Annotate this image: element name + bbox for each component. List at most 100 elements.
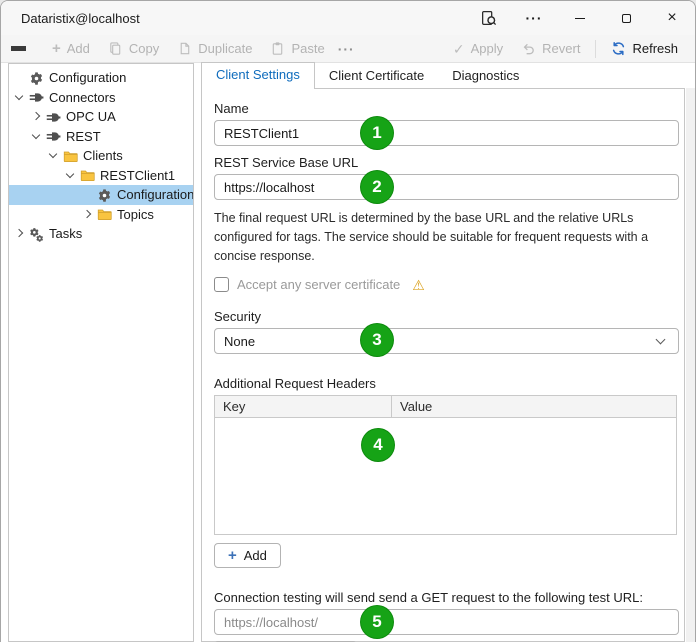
titlebar-more-button[interactable]: ··· [511, 1, 557, 35]
test-url-input[interactable] [214, 609, 679, 636]
maximize-icon [621, 13, 631, 23]
titlebar: Dataristix@localhost ··· × [1, 1, 695, 35]
add-header-button-label: Add [243, 548, 267, 564]
security-select-wrap: None 3 [214, 324, 679, 357]
more-icon: ··· [525, 10, 543, 26]
warning-icon: ⚠ [412, 276, 425, 293]
folder-icon [63, 148, 79, 164]
chevron-right-icon[interactable] [13, 227, 27, 241]
tab-diagnostics[interactable]: Diagnostics [438, 64, 533, 88]
gears-icon [29, 226, 45, 242]
plus-icon: + [228, 547, 237, 565]
paste-icon [270, 41, 285, 56]
tree-item-label: Tasks [49, 226, 83, 242]
copy-icon [108, 41, 123, 56]
gear-icon [97, 187, 113, 203]
copy-button[interactable]: Copy [99, 37, 168, 61]
chevron-down-icon[interactable] [47, 149, 61, 163]
duplicate-icon [177, 41, 192, 56]
chevron-down-icon[interactable] [64, 168, 78, 182]
test-help-text: Connection testing will send send a GET … [214, 590, 643, 606]
chevron-down-icon[interactable] [30, 129, 44, 143]
refresh-icon [611, 41, 626, 56]
base-url-field-wrap: 2 [214, 171, 679, 203]
minimize-button[interactable] [557, 1, 603, 35]
chevron-right-icon[interactable] [30, 110, 44, 124]
name-input[interactable] [214, 120, 679, 146]
tab-client-certificate[interactable]: Client Certificate [315, 64, 438, 88]
chevron-placeholder [81, 188, 95, 202]
duplicate-button-label: Duplicate [198, 41, 253, 56]
minimize-icon [575, 17, 585, 19]
headers-table-body[interactable] [215, 418, 676, 535]
add-button-label: Add [66, 41, 90, 56]
maximize-button[interactable] [603, 1, 649, 35]
folder-icon [80, 167, 96, 183]
menu-button[interactable] [9, 39, 33, 59]
tree-item-label: Configuration [49, 70, 127, 86]
apply-button-label: Apply [470, 41, 504, 56]
tree-item-label: RESTClient1 [100, 167, 176, 183]
accept-cert-checkbox[interactable] [214, 277, 229, 293]
tree-item-restclient1[interactable]: RESTClient1 [9, 166, 193, 186]
security-selected-value: None [224, 333, 256, 349]
base-url-input[interactable] [214, 174, 679, 200]
annotation-badge-3: 3 [361, 324, 393, 357]
duplicate-button[interactable]: Duplicate [168, 37, 261, 61]
tree-item-rest[interactable]: REST [9, 127, 193, 147]
copy-button-label: Copy [128, 41, 160, 56]
security-label: Security [214, 309, 261, 325]
annotation-badge-5: 5 [361, 606, 393, 639]
refresh-button[interactable]: Refresh [602, 37, 687, 61]
plug-icon [29, 89, 45, 105]
name-label: Name [214, 101, 249, 116]
tree-item-tasks[interactable]: Tasks [9, 224, 193, 244]
headers-label: Additional Request Headers [214, 376, 376, 392]
paste-button[interactable]: Paste [261, 37, 333, 61]
apply-button[interactable]: ✓ Apply [444, 37, 512, 61]
folder-icon [97, 206, 113, 222]
search-icon [480, 10, 497, 27]
security-dropdown[interactable]: None [214, 328, 679, 355]
client-settings-page: Name 1 REST Service Base URL 2 The final… [201, 88, 685, 642]
main-area: Configuration Connectors OPC UA REST Clients… [1, 62, 695, 642]
check-icon: ✓ [452, 40, 465, 57]
close-icon: × [667, 9, 677, 26]
search-window-button[interactable] [465, 1, 511, 35]
accept-cert-label: Accept any server certificate [237, 277, 401, 293]
chevron-right-icon[interactable] [81, 207, 95, 221]
tree-item-configuration[interactable]: Configuration [9, 68, 193, 88]
ellipsis-icon: ··· [337, 40, 355, 57]
close-button[interactable]: × [649, 1, 695, 35]
request-headers-table: Key Value 4 [214, 395, 677, 536]
tree-item-label: Topics [117, 206, 154, 222]
tree-item-label: Connectors [49, 89, 116, 105]
key-column-header[interactable]: Key [215, 396, 392, 418]
tree-item-topics[interactable]: Topics [9, 205, 193, 225]
tab-client-settings[interactable]: Client Settings [201, 62, 315, 89]
chevron-down-icon[interactable] [13, 90, 27, 104]
tree-item-label: OPC UA [66, 109, 116, 125]
toolbar-more-button[interactable]: ··· [334, 41, 359, 57]
tree-item-opc-ua[interactable]: OPC UA [9, 107, 193, 127]
tree-item-clients[interactable]: Clients [9, 146, 193, 166]
revert-button[interactable]: Revert [512, 37, 589, 61]
scrollbar-gutter[interactable] [686, 88, 695, 642]
base-url-label: REST Service Base URL [214, 155, 359, 170]
chevron-placeholder [13, 71, 27, 85]
add-button[interactable]: + Add [43, 37, 99, 61]
tree-item-label: Configuration [117, 187, 194, 203]
gear-icon [29, 70, 45, 86]
revert-icon [521, 41, 536, 56]
plug-icon [46, 109, 62, 125]
app-window: Dataristix@localhost ··· × + Add Copy Du… [0, 0, 696, 642]
annotation-badge-2: 2 [361, 171, 393, 203]
tree-item-connectors[interactable]: Connectors [9, 88, 193, 108]
add-header-button[interactable]: + Add [214, 543, 281, 569]
value-column-header[interactable]: Value [392, 399, 440, 414]
tree-item-configuration[interactable]: Configuration [9, 185, 193, 205]
annotation-badge-1: 1 [361, 117, 393, 149]
chevron-down-icon [656, 336, 666, 346]
plus-icon: + [52, 40, 61, 57]
toolbar: + Add Copy Duplicate Paste ··· ✓ Apply R… [1, 35, 695, 63]
